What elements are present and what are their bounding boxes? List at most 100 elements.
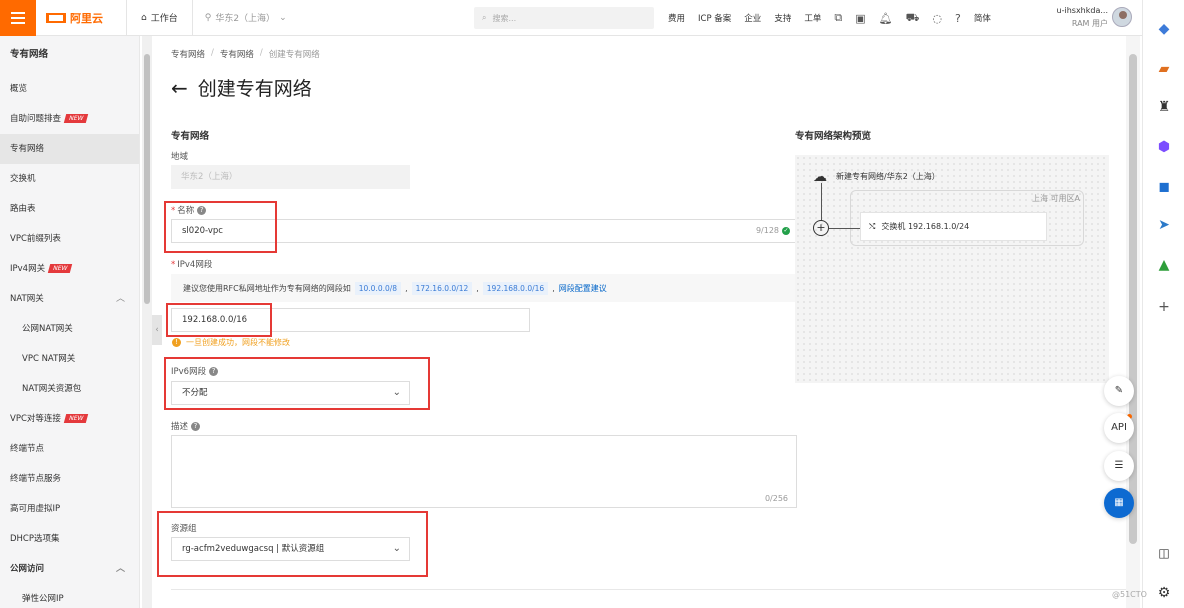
sidebar-item-label: 高可用虚拟IP [10, 504, 61, 514]
apps-button[interactable]: ▦ [1104, 488, 1134, 518]
lightbulb-icon[interactable]: ◌ [932, 12, 942, 25]
send-icon[interactable]: ➤ [1155, 216, 1173, 234]
dot: , [552, 283, 555, 293]
sidebar-item-nat-package[interactable]: NAT网关资源包 [0, 374, 139, 404]
sidebar-item-route-table[interactable]: 路由表 [0, 194, 139, 224]
sidebar-item-eip[interactable]: 弹性公网IP [0, 584, 139, 608]
cloud-shell-icon[interactable]: ⧉ [834, 11, 842, 25]
connector-line [821, 183, 822, 221]
top-link-enterprise[interactable]: 企业 [744, 12, 761, 24]
breadcrumb-separator: / [259, 48, 263, 58]
settings-gear-icon[interactable]: ⚙ [1155, 584, 1173, 602]
top-link-ticket[interactable]: 工单 [804, 12, 821, 24]
sidebar-item-endpoint[interactable]: 终端节点 [0, 434, 139, 464]
annotation-box-name [164, 201, 277, 253]
cloud-icon: ☁ [813, 169, 827, 185]
vswitch-card: ⤭ 交换机 192.168.1.0/24 [860, 212, 1047, 241]
sidebar-toggle-icon[interactable]: ◫ [1155, 544, 1173, 562]
user-name: u-ihsxhkda... [1056, 6, 1108, 15]
right-app-rail: ◆ ▰ ♜ ⬢ ◼ ➤ ▲ + ◫ ⚙ [1142, 0, 1184, 608]
sidebar-item-ipv4-gateway[interactable]: IPv4网关 NEW [0, 254, 139, 284]
zone-label: 上海 可用区A [1032, 194, 1081, 203]
page-scrollbar[interactable] [1126, 36, 1140, 608]
tree-icon[interactable]: ▲ [1155, 256, 1173, 274]
sidebar-item-public-nat[interactable]: 公网NAT网关 [0, 314, 139, 344]
sidebar-item-label: VPC NAT网关 [22, 354, 76, 364]
home-icon: ⌂ [141, 12, 147, 23]
sidebar-item-label: 自助问题排查 [10, 114, 62, 124]
top-link-support[interactable]: 支持 [774, 12, 791, 24]
user-info[interactable]: u-ihsxhkda... RAM 用户 [1046, 4, 1108, 30]
logo-text: 阿里云 [70, 11, 103, 25]
chat-button[interactable]: ☰ [1104, 451, 1134, 481]
sidebar-item-endpoint-service[interactable]: 终端节点服务 [0, 464, 139, 494]
avatar[interactable] [1112, 7, 1132, 27]
sidebar-title: 专有网络 [10, 49, 49, 60]
sidebar-item-label: 终端节点服务 [10, 474, 62, 484]
help-icon[interactable]: ? [191, 422, 201, 431]
top-link-icp[interactable]: ICP 备案 [698, 12, 731, 24]
top-link-billing[interactable]: 费用 [668, 12, 685, 24]
scrollbar-thumb[interactable] [144, 54, 150, 304]
search-input[interactable]: ⌕ 搜索... [474, 7, 654, 29]
outlook-icon[interactable]: ◼ [1155, 178, 1173, 196]
sidebar-item-vpc-peering[interactable]: VPC对等连接 NEW [0, 404, 139, 434]
edit-icon: ✎ [1114, 385, 1124, 396]
breadcrumb-link[interactable]: 专有网络 [171, 48, 205, 60]
language-switch[interactable]: 简体 [974, 12, 991, 24]
search-icon: ⌕ [482, 13, 487, 22]
copilot-icon[interactable]: ⬢ [1155, 138, 1173, 156]
sidebar-item-dhcp[interactable]: DHCP选项集 [0, 524, 139, 554]
add-icon[interactable]: + [1155, 298, 1173, 316]
ipv4-warning: ! 一旦创建成功，网段不能修改 [172, 337, 290, 348]
sidebar-item-prefix-list[interactable]: VPC前缀列表 [0, 224, 139, 254]
sidebar-group-public-access[interactable]: 公网访问 ︿ [0, 554, 139, 584]
comma: , [405, 283, 408, 293]
switch-icon: ⤭ [869, 221, 876, 231]
breadcrumb-link[interactable]: 专有网络 [220, 48, 254, 60]
sidebar-item-label: 公网NAT网关 [22, 324, 73, 334]
back-arrow-icon[interactable]: ← [171, 76, 188, 100]
cidr-tag[interactable]: 172.16.0.0/12 [411, 281, 473, 295]
ipv4-warning-text: 一旦创建成功，网段不能修改 [186, 338, 290, 347]
sidebar-item-troubleshoot[interactable]: 自助问题排查 NEW [0, 104, 139, 134]
watermark: @51CTO [1112, 590, 1147, 599]
tag-icon[interactable]: ◆ [1155, 20, 1173, 38]
help-icon[interactable]: ? [955, 12, 961, 25]
toolbox-icon[interactable]: ▰ [1155, 60, 1173, 78]
cidr-advice-link[interactable]: 网段配置建议 [559, 283, 607, 294]
workbench-link[interactable]: ⌂ 工作台 [127, 11, 192, 25]
aliyun-logo[interactable]: 阿里云 [46, 10, 126, 26]
sidebar-item-havip[interactable]: 高可用虚拟IP [0, 494, 139, 524]
collapse-sidebar-button[interactable]: ‹ [152, 315, 162, 345]
sidebar-item-vswitch[interactable]: 交换机 [0, 164, 139, 194]
hamburger-menu-button[interactable] [0, 0, 36, 36]
cidr-tag[interactable]: 192.168.0.0/16 [482, 281, 549, 295]
chevron-up-icon: ︿ [115, 564, 125, 574]
description-label: 描述? [171, 420, 201, 432]
sidebar-item-label: NAT网关 [10, 294, 44, 304]
sidebar-item-vpc[interactable]: 专有网络 [0, 134, 139, 164]
sidebar-item-nat-gateway[interactable]: NAT网关 ︿ [0, 284, 139, 314]
chess-icon[interactable]: ♜ [1155, 98, 1173, 116]
api-button[interactable]: API [1104, 413, 1134, 443]
divider [171, 589, 1126, 590]
sidebar-item-overview[interactable]: 概览 [0, 74, 139, 104]
top-links: 费用 ICP 备案 企业 支持 工单 ⧉ ▣ 🔔︎ ⛟ ◌ ? 简体 [668, 0, 991, 36]
feedback-edit-button[interactable]: ✎ [1104, 376, 1134, 406]
terminal-icon[interactable]: ▣ [855, 12, 865, 25]
bell-icon[interactable]: 🔔︎ [879, 12, 893, 25]
sidebar-scrollbar[interactable] [142, 36, 152, 608]
cidr-tag[interactable]: 10.0.0.0/8 [354, 281, 402, 295]
description-label-text: 描述 [171, 422, 189, 432]
region-field: 华东2（上海） [171, 165, 410, 189]
sidebar-item-label: 公网访问 [10, 564, 45, 574]
sidebar-item-label: 概览 [10, 84, 28, 94]
region-selector[interactable]: ⚲ 华东2（上海） ⌄ [205, 11, 287, 25]
annotation-box-ipv6 [164, 357, 430, 410]
description-textarea[interactable]: 0/256 [171, 435, 797, 508]
sidebar-item-vpc-nat[interactable]: VPC NAT网关 [0, 344, 139, 374]
annotation-box-resource-group [157, 511, 428, 577]
cart-icon[interactable]: ⛟ [906, 11, 920, 26]
ipv4-label: * IPv4网段 [171, 258, 212, 270]
